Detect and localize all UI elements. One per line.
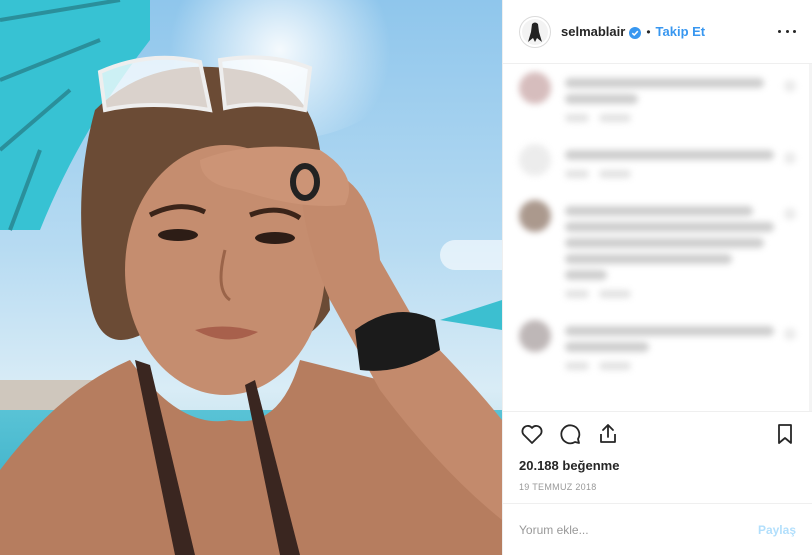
comment-avatar — [519, 144, 551, 176]
post-date[interactable]: 19 TEMMUZ 2018 — [503, 477, 812, 499]
comment-item — [519, 144, 796, 178]
photo-illustration — [0, 0, 502, 555]
likes-count[interactable]: 20.188 beğenme — [503, 455, 812, 477]
comment-avatar — [519, 200, 551, 232]
instagram-post: selmablair • Takip Et 20.188 beğenme 19 … — [0, 0, 812, 555]
bookmark-icon[interactable] — [770, 419, 800, 449]
avatar-image — [522, 18, 548, 45]
follow-button[interactable]: Takip Et — [656, 24, 706, 39]
post-comment-button[interactable]: Paylaş — [758, 523, 796, 537]
separator-dot: • — [646, 24, 651, 39]
share-icon[interactable] — [593, 419, 623, 449]
comment-avatar — [519, 72, 551, 104]
post-actions — [503, 411, 812, 455]
comment-like-icon[interactable] — [784, 80, 796, 92]
comments-list[interactable] — [503, 64, 812, 411]
post-header: selmablair • Takip Et — [503, 0, 812, 64]
add-comment-bar: Paylaş — [503, 503, 812, 555]
comment-like-icon[interactable] — [784, 328, 796, 340]
post-side-panel: selmablair • Takip Et 20.188 beğenme 19 … — [502, 0, 812, 555]
more-options-icon[interactable] — [778, 30, 796, 33]
heart-icon[interactable] — [517, 419, 547, 449]
comment-like-icon[interactable] — [784, 152, 796, 164]
username-link[interactable]: selmablair — [561, 24, 625, 39]
profile-avatar[interactable] — [519, 15, 551, 48]
comment-like-icon[interactable] — [784, 208, 796, 220]
comment-input[interactable] — [519, 522, 758, 537]
post-photo[interactable] — [0, 0, 502, 555]
comment-avatar — [519, 320, 551, 352]
comment-item — [519, 320, 796, 370]
comment-item — [519, 200, 796, 298]
comment-bubble-icon[interactable] — [555, 419, 585, 449]
comment-item — [519, 72, 796, 122]
verified-badge-icon — [629, 26, 642, 39]
